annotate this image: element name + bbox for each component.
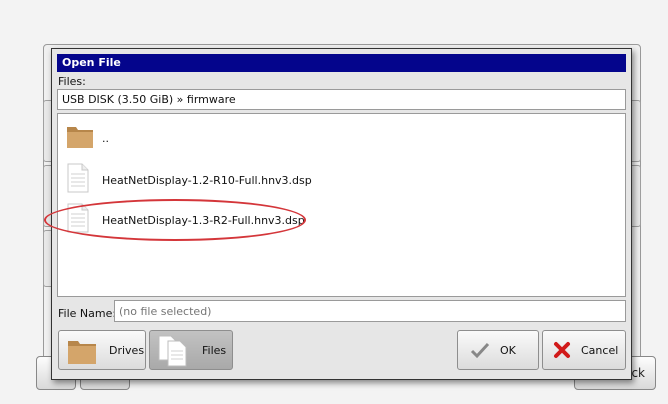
dialog-title: Open File <box>57 54 626 72</box>
path-breadcrumb: USB DISK (3.50 GiB) » firmware <box>57 89 626 110</box>
list-item-file[interactable]: HeatNetDisplay-1.3-R2-Full.hnv3.dsp <box>58 200 625 240</box>
list-item-label: HeatNetDisplay-1.3-R2-Full.hnv3.dsp <box>102 213 305 227</box>
cancel-button[interactable]: Cancel <box>542 330 626 370</box>
drives-button-label: Drives <box>109 343 145 357</box>
nav-back-label: ck <box>631 366 645 380</box>
folder-icon <box>67 337 97 368</box>
document-icon <box>66 163 90 197</box>
files-label: Files: <box>58 75 86 88</box>
files-button[interactable]: Files <box>149 330 233 370</box>
filename-input[interactable] <box>114 300 626 322</box>
open-file-dialog: Open File Files: USB DISK (3.50 GiB) » f… <box>51 48 632 380</box>
files-button-label: Files <box>202 343 227 357</box>
folder-icon <box>66 123 94 153</box>
ok-button[interactable]: OK <box>457 330 539 370</box>
list-item-label: .. <box>102 131 109 145</box>
ok-button-label: OK <box>500 343 516 357</box>
documents-icon <box>158 335 188 370</box>
document-icon <box>66 203 90 237</box>
drives-button[interactable]: Drives <box>58 330 146 370</box>
list-item-file[interactable]: HeatNetDisplay-1.2-R10-Full.hnv3.dsp <box>58 160 625 200</box>
filename-label: File Name: <box>58 307 117 320</box>
list-item-parent-folder[interactable]: .. <box>58 118 625 158</box>
close-icon <box>553 341 571 362</box>
checkmark-icon <box>470 341 490 362</box>
file-list[interactable]: .. HeatNetDisplay-1.2-R10-Full.hnv3.dsp <box>57 113 626 297</box>
list-item-label: HeatNetDisplay-1.2-R10-Full.hnv3.dsp <box>102 173 312 187</box>
cancel-button-label: Cancel <box>581 343 619 357</box>
